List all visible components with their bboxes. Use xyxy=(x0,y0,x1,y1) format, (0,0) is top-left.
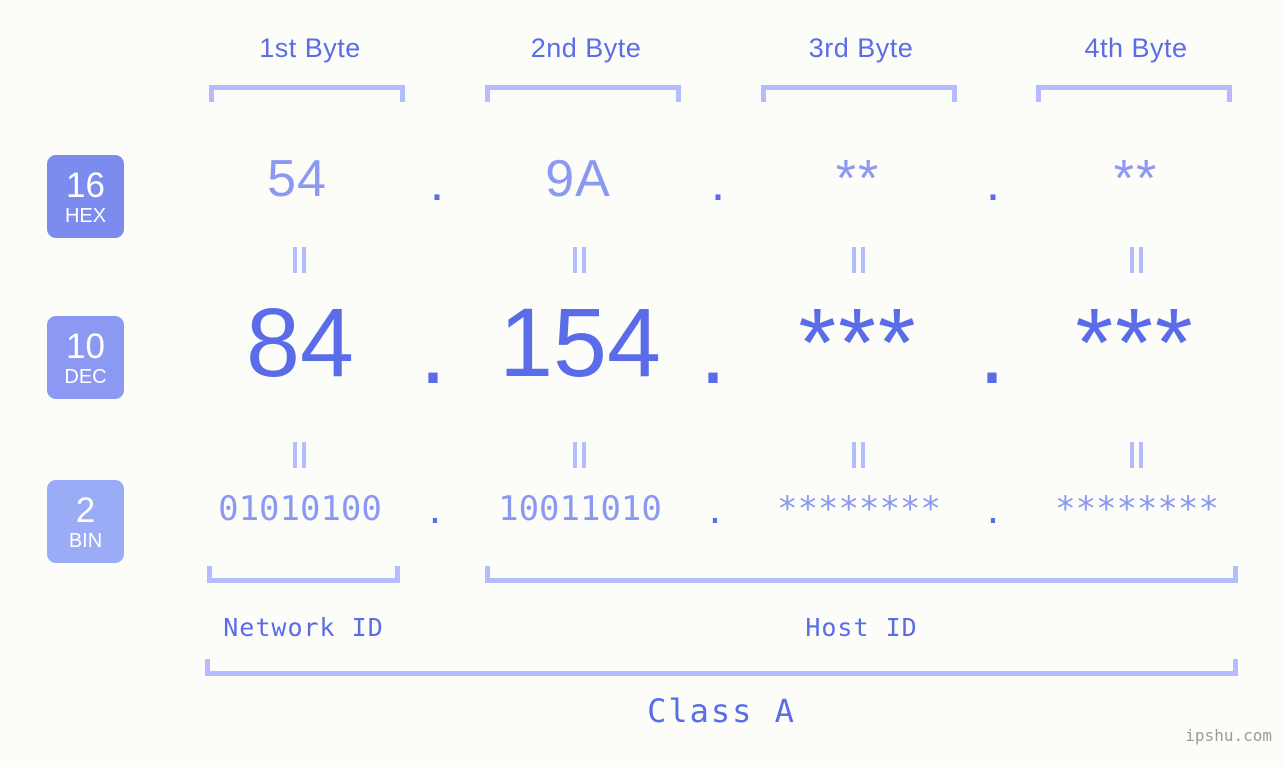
dec-value-row: 84 . 154 . *** . *** xyxy=(0,294,1285,414)
bracket-top-4th-byte xyxy=(1036,85,1232,102)
bracket-top-3rd-byte xyxy=(761,85,957,102)
dec-byte-2-value: 154 xyxy=(499,288,661,397)
equals-mark-dec-bin-byte-2 xyxy=(572,442,588,468)
column-header-3rd-byte: 3rd Byte xyxy=(808,33,914,63)
hex-byte-4-value: ** xyxy=(1113,150,1159,208)
hex-value-row: 54 . 9A . ** . ** xyxy=(0,150,1285,230)
hex-byte-3-value: ** xyxy=(835,150,881,208)
diagram-canvas: 1st Byte 2nd Byte 3rd Byte 4th Byte 16 H… xyxy=(0,0,1285,767)
column-header-2nd-byte: 2nd Byte xyxy=(530,33,642,63)
bin-separator-2: . xyxy=(704,492,726,532)
equals-mark-hex-dec-byte-2 xyxy=(572,247,588,273)
watermark-text: ipshu.com xyxy=(1185,726,1272,745)
bracket-host-id xyxy=(485,566,1238,583)
segment-label-host-id: Host ID xyxy=(805,613,918,642)
dec-separator-1: . xyxy=(419,295,447,404)
bin-value-row: 01010100 . 10011010 . ******** . *******… xyxy=(0,492,1285,552)
equals-mark-dec-bin-byte-1 xyxy=(292,442,308,468)
bin-byte-2-value: 10011010 xyxy=(498,489,662,529)
equals-mark-hex-dec-byte-4 xyxy=(1129,247,1145,273)
bracket-class xyxy=(205,659,1238,676)
bin-byte-4-value: ******** xyxy=(1055,489,1219,529)
dec-byte-1-value: 84 xyxy=(246,288,354,397)
hex-separator-3: . xyxy=(985,154,1001,212)
segment-label-network-id: Network ID xyxy=(223,613,384,642)
segment-label-class: Class A xyxy=(647,692,796,730)
equals-mark-hex-dec-byte-1 xyxy=(292,247,308,273)
bin-byte-3-value: ******** xyxy=(777,489,941,529)
dec-separator-2: . xyxy=(699,295,727,404)
equals-mark-dec-bin-byte-4 xyxy=(1129,442,1145,468)
dec-separator-3: . xyxy=(978,295,1006,404)
column-header-1st-byte: 1st Byte xyxy=(259,33,361,63)
column-header-4th-byte: 4th Byte xyxy=(1084,33,1188,63)
equals-mark-dec-bin-byte-3 xyxy=(851,442,867,468)
bracket-top-2nd-byte xyxy=(485,85,681,102)
bracket-top-1st-byte xyxy=(209,85,405,102)
bin-byte-1-value: 01010100 xyxy=(218,489,382,529)
dec-byte-4-value: *** xyxy=(1075,288,1195,397)
bin-separator-1: . xyxy=(424,492,446,532)
hex-byte-2-value: 9A xyxy=(545,150,611,208)
bracket-network-id xyxy=(207,566,400,583)
hex-byte-1-value: 54 xyxy=(267,150,327,208)
bin-separator-3: . xyxy=(982,492,1004,532)
dec-byte-3-value: *** xyxy=(798,288,918,397)
equals-mark-hex-dec-byte-3 xyxy=(851,247,867,273)
